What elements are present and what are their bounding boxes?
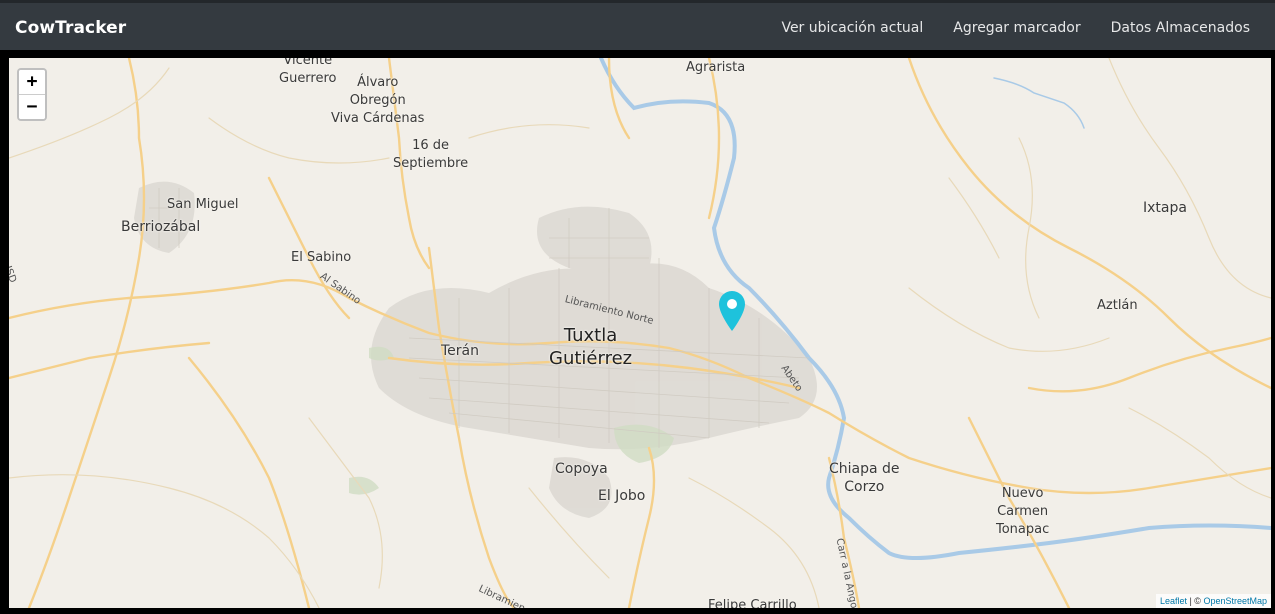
place-label-line: Corzo	[844, 479, 885, 495]
place-label-aztlan: Aztlán	[1097, 298, 1138, 313]
place-label-line: Tuxtla	[563, 325, 618, 346]
place-label-ixtapa: Ixtapa	[1143, 200, 1187, 216]
place-label-felipe-carrillo: Felipe Carrillo	[708, 598, 797, 608]
place-label-line: Nuevo	[1001, 486, 1044, 501]
navbar: CowTracker Ver ubicación actual Agregar …	[0, 0, 1275, 50]
place-label-el-jobo: El Jobo	[598, 488, 646, 504]
zoom-in-button[interactable]: +	[19, 70, 45, 95]
place-label-line: Viva Cárdenas	[331, 111, 425, 126]
nav-link-current-location[interactable]: Ver ubicación actual	[781, 20, 923, 36]
place-label-line: Carmen	[997, 504, 1049, 519]
place-label-el-sabino: El Sabino	[291, 250, 352, 265]
place-label-agrarista: Agrarista	[686, 60, 746, 75]
map[interactable]: Vicente Guerrero Álvaro Obregón Viva Cár…	[9, 58, 1271, 608]
place-label-teran: Terán	[441, 343, 479, 359]
place-label-line: Guerrero	[279, 71, 337, 86]
place-label-san-miguel: San Miguel	[167, 197, 239, 212]
zoom-out-button[interactable]: −	[19, 95, 45, 119]
location-marker-icon[interactable]	[717, 290, 747, 332]
map-attribution: Leaflet | © OpenStreetMap	[1155, 594, 1271, 608]
place-label-alvaro-obregon: Álvaro Obregón Viva Cárdenas	[331, 74, 424, 128]
place-label-line: Tonapac	[996, 522, 1050, 537]
place-label-chiapa-de-corzo: Chiapa de Corzo	[829, 460, 900, 496]
place-label-line: 16 de	[412, 138, 450, 153]
place-label-line: Obregón	[349, 93, 406, 108]
leaflet-link[interactable]: Leaflet	[1160, 596, 1187, 606]
place-label-vicente-guerrero: Vicente Guerrero	[279, 58, 337, 88]
nav-link-stored-data[interactable]: Datos Almacenados	[1111, 20, 1250, 36]
place-label-copoya: Copoya	[555, 461, 608, 477]
place-label-16-de-septiembre: 16 de Septiembre	[393, 137, 468, 173]
place-label-line: Gutiérrez	[549, 348, 633, 369]
place-label-nuevo-carmen-tonapac: Nuevo Carmen Tonapac	[996, 485, 1049, 539]
zoom-control: + −	[17, 68, 47, 121]
place-label-line: Vicente	[283, 58, 333, 68]
place-label-line: Álvaro	[357, 75, 399, 90]
nav-link-add-marker[interactable]: Agregar marcador	[953, 20, 1080, 36]
place-label-line: Septiembre	[393, 156, 469, 171]
nav-links: Ver ubicación actual Agregar marcador Da…	[781, 20, 1250, 36]
attribution-separator: | ©	[1186, 596, 1204, 606]
place-label-line: Chiapa de	[829, 461, 900, 477]
brand-logo[interactable]: CowTracker	[15, 18, 126, 38]
map-tiles	[9, 58, 1271, 608]
openstreetmap-link[interactable]: OpenStreetMap	[1203, 596, 1267, 606]
place-label-berriozabal: Berriozábal	[121, 219, 201, 235]
place-label-tuxtla-gutierrez: Tuxtla Gutiérrez	[549, 324, 632, 370]
